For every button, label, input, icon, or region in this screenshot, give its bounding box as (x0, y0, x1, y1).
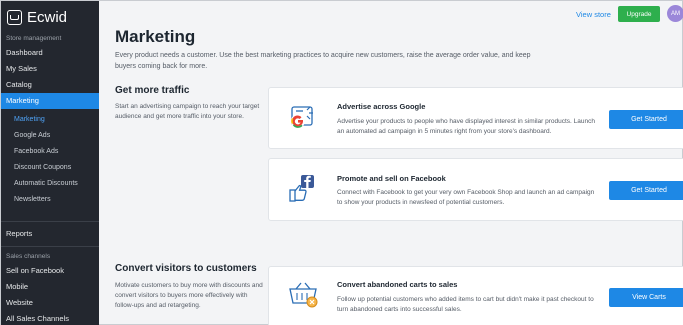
page-description: Every product needs a customer. Use the … (115, 52, 531, 70)
app-name: Ecwid (27, 8, 68, 26)
sidebar-subitem-discount-coupons[interactable]: Discount Coupons (1, 160, 99, 176)
sidebar-subitem-newsletters[interactable]: Newsletters (1, 192, 99, 208)
card-title-carts: Convert abandoned carts to sales (337, 280, 458, 289)
sidebar-divider (1, 246, 99, 247)
sidebar-item-catalog[interactable]: Catalog (1, 77, 99, 93)
avatar[interactable]: AM (667, 5, 683, 22)
section-description-convert: Motivate customers to buy more with disc… (115, 282, 263, 309)
sidebar-item-website[interactable]: Website (1, 295, 99, 311)
sidebar: Ecwid Store management Dashboard My Sale… (1, 1, 99, 325)
sidebar-subitem-google-ads[interactable]: Google Ads (1, 128, 99, 144)
sidebar-section-store-management: Store management (6, 35, 62, 42)
card-description-carts: Follow up potential customers who added … (337, 296, 594, 313)
sidebar-item-marketing[interactable]: Marketing (1, 93, 99, 109)
sidebar-item-my-sales[interactable]: My Sales (1, 61, 99, 77)
sidebar-item-dashboard[interactable]: Dashboard (1, 45, 99, 61)
sidebar-item-sell-on-facebook[interactable]: Sell on Facebook (1, 263, 99, 279)
section-description-traffic: Start an advertising campaign to reach y… (115, 103, 260, 120)
sidebar-divider (1, 221, 99, 222)
page-title: Marketing (115, 27, 196, 46)
card-description-google: Advertise your products to people who ha… (337, 118, 595, 135)
card-google-ads: Advertise across Google Advertise your p… (268, 87, 683, 149)
sidebar-item-reports[interactable]: Reports (1, 226, 99, 242)
card-description-facebook: Connect with Facebook to get your very o… (337, 189, 595, 206)
sidebar-subitem-marketing[interactable]: Marketing (1, 112, 99, 128)
sidebar-item-mobile[interactable]: Mobile (1, 279, 99, 295)
sidebar-subitem-facebook-ads[interactable]: Facebook Ads (1, 144, 99, 160)
upgrade-button[interactable]: Upgrade (618, 6, 660, 22)
logo[interactable]: Ecwid (1, 1, 99, 33)
card-facebook: Promote and sell on Facebook Connect wit… (268, 158, 683, 221)
google-ads-icon (287, 102, 319, 139)
card-abandoned-carts: Convert abandoned carts to sales Follow … (268, 266, 683, 325)
facebook-like-icon (287, 173, 319, 210)
view-store-link[interactable]: View store (576, 10, 611, 19)
ecwid-logo-icon (7, 9, 22, 25)
view-carts-button[interactable]: View Carts (609, 288, 683, 307)
google-get-started-button[interactable]: Get Started (609, 110, 683, 129)
facebook-get-started-button[interactable]: Get Started (609, 181, 683, 200)
section-title-traffic: Get more traffic (115, 85, 190, 96)
section-title-convert: Convert visitors to customers (115, 263, 257, 274)
sidebar-section-sales-channels: Sales channels (6, 253, 51, 260)
card-title-google: Advertise across Google (337, 102, 426, 111)
card-title-facebook: Promote and sell on Facebook (337, 174, 446, 183)
sidebar-item-all-sales-channels[interactable]: All Sales Channels (1, 311, 99, 325)
sidebar-subitem-automatic-discounts[interactable]: Automatic Discounts (1, 176, 99, 192)
abandoned-cart-icon (287, 280, 321, 315)
